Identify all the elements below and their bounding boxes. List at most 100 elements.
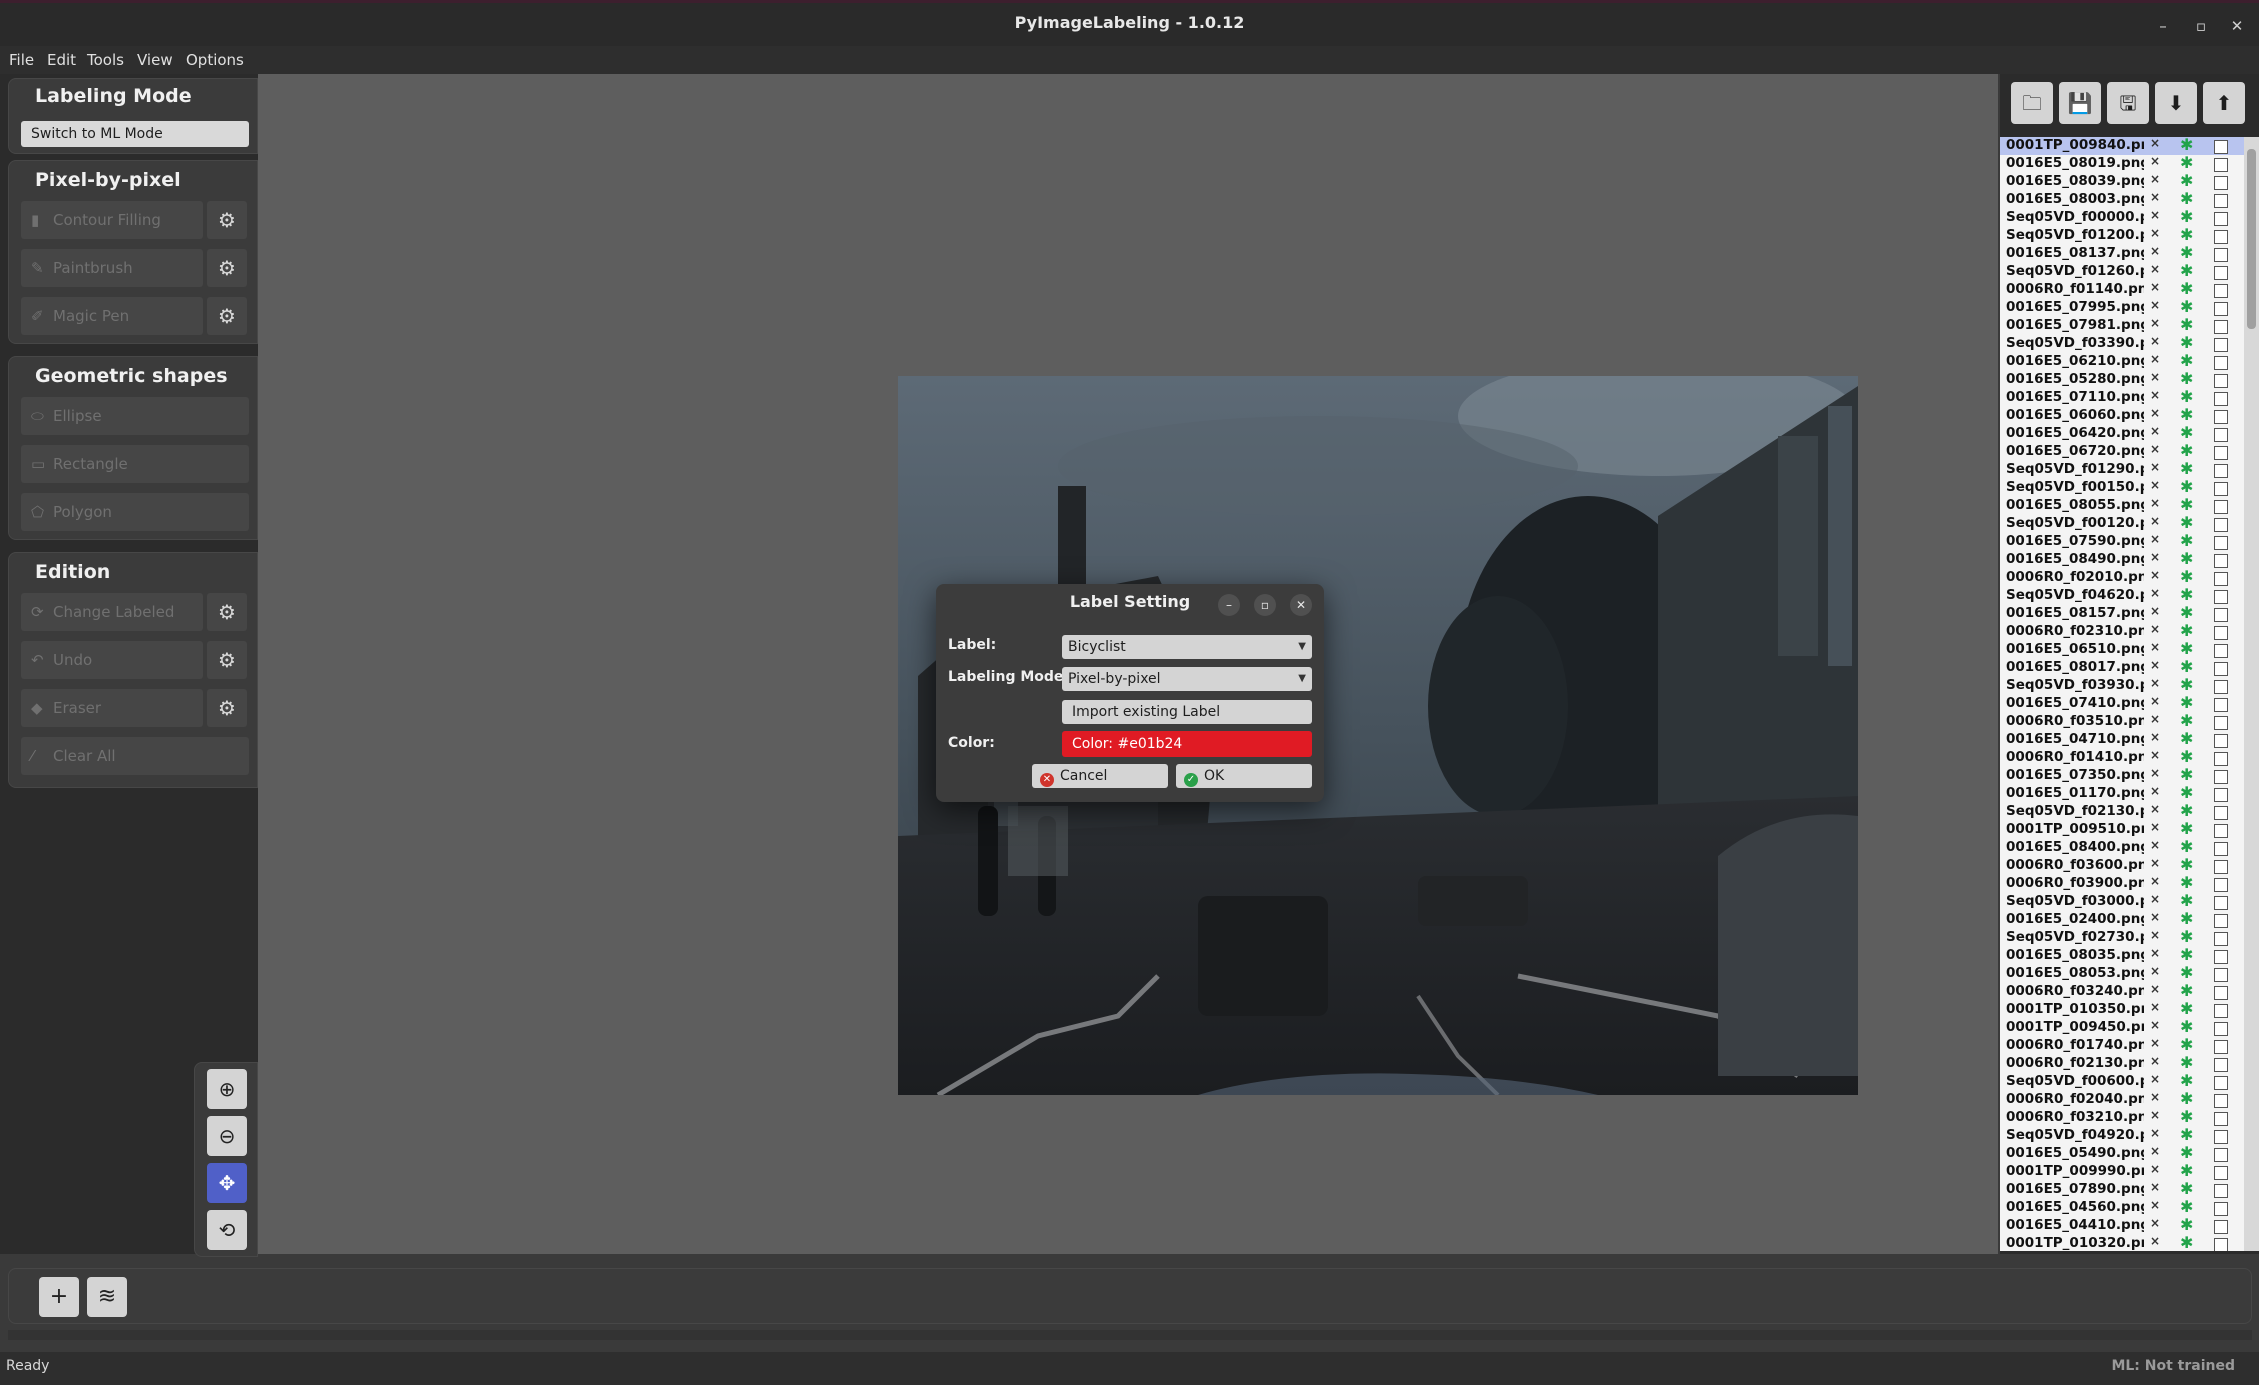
file-checkbox[interactable]	[2214, 320, 2228, 334]
file-list-item[interactable]: 0006R0_f01140.png × ✱	[2000, 279, 2244, 299]
import-existing-label-button[interactable]: Import existing Label	[1062, 700, 1312, 724]
file-checkbox[interactable]	[2214, 1130, 2228, 1144]
file-list-item[interactable]: 0006R0_f02010.png × ✱	[2000, 567, 2244, 587]
menu-file[interactable]: File	[9, 51, 34, 69]
add-layer-button[interactable]: +	[39, 1277, 79, 1317]
remove-file-icon[interactable]: ×	[2150, 190, 2160, 204]
remove-file-icon[interactable]: ×	[2150, 1216, 2160, 1230]
file-checkbox[interactable]	[2214, 464, 2228, 478]
remove-file-icon[interactable]: ×	[2150, 514, 2160, 528]
menu-tools[interactable]: Tools	[87, 51, 124, 69]
file-list-scrollbar[interactable]	[2244, 137, 2259, 1251]
remove-file-icon[interactable]: ×	[2150, 964, 2160, 978]
remove-file-icon[interactable]: ×	[2150, 1144, 2160, 1158]
remove-file-icon[interactable]: ×	[2150, 442, 2160, 456]
remove-file-icon[interactable]: ×	[2150, 1234, 2160, 1248]
remove-file-icon[interactable]: ×	[2150, 424, 2160, 438]
file-list-scroll-thumb[interactable]	[2247, 149, 2256, 329]
load-down-button[interactable]: ⬇	[2155, 82, 2197, 124]
file-list-item[interactable]: 0016E5_06210.png × ✱	[2000, 351, 2244, 371]
remove-file-icon[interactable]: ×	[2150, 460, 2160, 474]
file-checkbox[interactable]	[2214, 482, 2228, 496]
remove-file-icon[interactable]: ×	[2150, 550, 2160, 564]
file-list-item[interactable]: Seq05VD_f03000.png × ✱	[2000, 891, 2244, 911]
remove-file-icon[interactable]: ×	[2150, 208, 2160, 222]
remove-file-icon[interactable]: ×	[2150, 244, 2160, 258]
file-checkbox[interactable]	[2214, 1220, 2228, 1234]
remove-file-icon[interactable]: ×	[2150, 1162, 2160, 1176]
file-list-item[interactable]: 0016E5_08157.png × ✱	[2000, 603, 2244, 623]
remove-file-icon[interactable]: ×	[2150, 1018, 2160, 1032]
file-checkbox[interactable]	[2214, 1112, 2228, 1126]
remove-file-icon[interactable]: ×	[2150, 676, 2160, 690]
remove-file-icon[interactable]: ×	[2150, 730, 2160, 744]
menu-options[interactable]: Options	[186, 51, 244, 69]
remove-file-icon[interactable]: ×	[2150, 946, 2160, 960]
save-button[interactable]: 💾	[2059, 82, 2101, 124]
dialog-minimize-button[interactable]: –	[1218, 594, 1240, 616]
file-checkbox[interactable]	[2214, 644, 2228, 658]
ellipse-button[interactable]: ⬭ Ellipse	[21, 397, 249, 435]
file-checkbox[interactable]	[2214, 1238, 2228, 1251]
file-list-item[interactable]: 0001TP_009510.png × ✱	[2000, 819, 2244, 839]
close-window-button[interactable]: ✕	[2226, 15, 2248, 37]
file-list-item[interactable]: 0016E5_06510.png × ✱	[2000, 639, 2244, 659]
file-checkbox[interactable]	[2214, 752, 2228, 766]
file-checkbox[interactable]	[2214, 626, 2228, 640]
file-checkbox[interactable]	[2214, 1076, 2228, 1090]
change-labeled-area-settings-button[interactable]: ⚙	[207, 593, 247, 631]
polygon-button[interactable]: ⬠ Polygon	[21, 493, 249, 531]
file-list-item[interactable]: Seq05VD_f04620.png × ✱	[2000, 585, 2244, 605]
remove-file-icon[interactable]: ×	[2150, 1090, 2160, 1104]
file-checkbox[interactable]	[2214, 1184, 2228, 1198]
file-checkbox[interactable]	[2214, 734, 2228, 748]
remove-file-icon[interactable]: ×	[2150, 154, 2160, 168]
file-list-item[interactable]: 0016E5_07110.png × ✱	[2000, 387, 2244, 407]
contour-filling-button[interactable]: ▮ Contour Filling	[21, 201, 203, 239]
menu-view[interactable]: View	[137, 51, 173, 69]
file-checkbox[interactable]	[2214, 338, 2228, 352]
file-checkbox[interactable]	[2214, 1148, 2228, 1162]
remove-file-icon[interactable]: ×	[2150, 406, 2160, 420]
magic-pen-settings-button[interactable]: ⚙	[207, 297, 247, 335]
file-list-item[interactable]: Seq05VD_f00120.png × ✱	[2000, 513, 2244, 533]
file-checkbox[interactable]	[2214, 1004, 2228, 1018]
remove-file-icon[interactable]: ×	[2150, 820, 2160, 834]
file-checkbox[interactable]	[2214, 914, 2228, 928]
file-checkbox[interactable]	[2214, 248, 2228, 262]
file-list-item[interactable]: 0016E5_08019.png × ✱	[2000, 153, 2244, 173]
dialog-maximize-button[interactable]: ▫	[1254, 594, 1276, 616]
file-checkbox[interactable]	[2214, 824, 2228, 838]
file-checkbox[interactable]	[2214, 536, 2228, 550]
file-list-item[interactable]: 0016E5_08053.png × ✱	[2000, 963, 2244, 983]
eraser-settings-button[interactable]: ⚙	[207, 689, 247, 727]
file-checkbox[interactable]	[2214, 788, 2228, 802]
file-checkbox[interactable]	[2214, 1058, 2228, 1072]
file-checkbox[interactable]	[2214, 356, 2228, 370]
file-list-item[interactable]: 0016E5_06420.png × ✱	[2000, 423, 2244, 443]
file-list-item[interactable]: Seq05VD_f04920.png × ✱	[2000, 1125, 2244, 1145]
magic-pen-button[interactable]: ✐ Magic Pen	[21, 297, 203, 335]
remove-file-icon[interactable]: ×	[2150, 622, 2160, 636]
remove-file-icon[interactable]: ×	[2150, 226, 2160, 240]
remove-file-icon[interactable]: ×	[2150, 137, 2160, 150]
file-checkbox[interactable]	[2214, 1040, 2228, 1054]
save-all-button[interactable]: 🖫	[2107, 82, 2149, 124]
file-checkbox[interactable]	[2214, 572, 2228, 586]
file-checkbox[interactable]	[2214, 860, 2228, 874]
file-list-item[interactable]: 0006R0_f02130.png × ✱	[2000, 1053, 2244, 1073]
file-list-item[interactable]: 0016E5_07350.png × ✱	[2000, 765, 2244, 785]
remove-file-icon[interactable]: ×	[2150, 1198, 2160, 1212]
file-list-item[interactable]: Seq05VD_f00150.png × ✱	[2000, 477, 2244, 497]
change-labeled-area-button[interactable]: ⟳Change Labeled Area	[21, 593, 203, 659]
file-checkbox[interactable]	[2214, 266, 2228, 280]
file-list-item[interactable]: 0001TP_009450.png × ✱	[2000, 1017, 2244, 1037]
label-combobox[interactable]: Bicyclist ▼	[1062, 635, 1312, 659]
remove-file-icon[interactable]: ×	[2150, 172, 2160, 186]
file-checkbox[interactable]	[2214, 230, 2228, 244]
remove-file-icon[interactable]: ×	[2150, 712, 2160, 726]
file-checkbox[interactable]	[2214, 590, 2228, 604]
file-checkbox[interactable]	[2214, 140, 2228, 154]
file-list-item[interactable]: 0016E5_08490.png × ✱	[2000, 549, 2244, 569]
file-list-item[interactable]: 0006R0_f03600.png × ✱	[2000, 855, 2244, 875]
